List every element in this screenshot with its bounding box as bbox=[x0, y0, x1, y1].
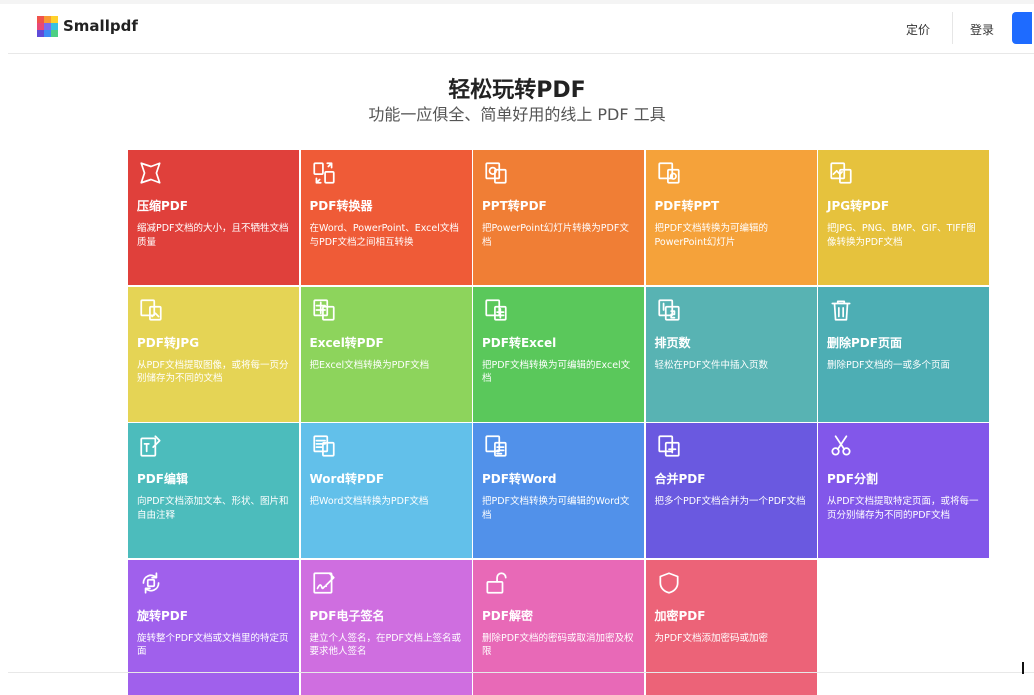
tool-tile[interactable]: PDF解密删除PDF文档的密码或取消加密及权限 bbox=[473, 559, 644, 695]
tool-title: PDF电子签名 bbox=[309, 608, 385, 623]
tool-title: 压缩PDF bbox=[137, 199, 188, 213]
word-to-pdf-icon bbox=[311, 433, 337, 459]
tool-description: 轻松在PDF文件中插入页数 bbox=[654, 359, 769, 371]
tool-tile[interactable]: 排页数轻松在PDF文件中插入页数 bbox=[645, 286, 817, 422]
excel-to-pdf-icon bbox=[311, 297, 337, 323]
ppt-to-pdf-icon bbox=[483, 160, 509, 186]
tool-description: 在Word、PowerPoint、Excel文档与PDF文档之间相互转换 bbox=[309, 223, 459, 248]
tool-tile[interactable]: Excel转PDF 把Excel文档转换为PDF文档 bbox=[300, 286, 472, 422]
pdf-to-ppt-icon bbox=[656, 160, 682, 186]
signature-icon bbox=[311, 570, 337, 596]
tool-description: 把PowerPoint幻灯片转换为PDF文档 bbox=[482, 223, 629, 248]
unlock-icon bbox=[483, 570, 509, 596]
tool-description: 把Word文档转换为PDF文档 bbox=[309, 496, 429, 507]
tool-title: PDF编辑 bbox=[137, 472, 188, 486]
tool-tile[interactable]: PDF转JPG 从PDF文档提取图像，或将每一页分别储存为不同的文档 bbox=[128, 286, 299, 422]
tools-grid: 压缩PDF 缩减PDF文档的大小，且不牺牲文档质量 PDF转换器在Word、Powe… bbox=[128, 150, 989, 695]
tool-title: 合并PDF bbox=[654, 472, 706, 486]
nav-divider bbox=[952, 12, 953, 44]
jpg-to-pdf-icon bbox=[828, 160, 854, 186]
tool-description: 把PDF文档转换为可编辑的Word文档 bbox=[482, 496, 630, 521]
tool-tile[interactable]: 加密PDF 为PDF文档添加密码或加密 bbox=[645, 559, 817, 695]
tool-title: PDF解密 bbox=[482, 608, 533, 623]
tool-tile[interactable]: 合并PDF 把多个PDF文档合并为一个PDF文档 bbox=[645, 423, 817, 558]
tool-description: 把PDF文档转换为可编辑的Excel文档 bbox=[482, 359, 631, 385]
logo-square bbox=[44, 30, 51, 37]
tool-tile[interactable]: JPG转PDF 把JPG、PNG、BMP、GIF、TIFF图像转换为PDF文档 bbox=[818, 150, 989, 285]
tool-tile[interactable]: PPT转PDF 把PowerPoint幻灯片转换为PDF文档 bbox=[473, 150, 644, 285]
merge-icon bbox=[656, 433, 682, 459]
tool-tile[interactable]: PDF转Excel 把PDF文档转换为可编辑的Excel文档 bbox=[473, 286, 644, 422]
tool-description: 把JPG、PNG、BMP、GIF、TIFF图像转换为PDF文档 bbox=[827, 223, 976, 248]
tool-description: 建立个人签名，在PDF文档上签名或要求他人签名 bbox=[309, 632, 462, 658]
tool-description: 向PDF文档添加文本、形状、图片和自由注释 bbox=[137, 496, 289, 521]
tool-tile[interactable]: PDF电子签名建立个人签名，在PDF文档上签名或要求他人签名 bbox=[300, 559, 472, 695]
tool-title: PDF转JPG bbox=[137, 335, 200, 350]
tool-description: 为PDF文档添加密码或加密 bbox=[654, 632, 769, 644]
tool-tile[interactable]: 旋转PDF 旋转整个PDF文档或文档里的特定页面 bbox=[128, 559, 299, 695]
tool-title: 加密PDF bbox=[654, 608, 706, 623]
compress-icon bbox=[138, 160, 164, 186]
signup-button[interactable] bbox=[1012, 12, 1032, 44]
tool-description: 把多个PDF文档合并为一个PDF文档 bbox=[654, 496, 806, 507]
page-number-icon bbox=[656, 297, 682, 323]
text-cursor-icon bbox=[1022, 662, 1024, 674]
pdf-to-excel-icon bbox=[483, 297, 509, 323]
tool-tile[interactable]: Word转PDF 把Word文档转换为PDF文档 bbox=[300, 423, 472, 558]
tool-title: PDF转Excel bbox=[482, 335, 557, 350]
tool-title: PDF转Word bbox=[482, 472, 557, 486]
tool-title: JPG转PDF bbox=[827, 199, 890, 213]
pdf-to-jpg-icon bbox=[138, 297, 164, 323]
logo-square bbox=[51, 16, 58, 23]
page-subtitle: 功能一应俱全、简单好用的线上 PDF 工具 bbox=[368, 105, 666, 124]
scissors-icon bbox=[828, 433, 854, 459]
tool-description: 从PDF文档提取图像，或将每一页分别储存为不同的文档 bbox=[137, 359, 289, 385]
tool-tile[interactable]: PDF转换器在Word、PowerPoint、Excel文档与PDF文档之间相互… bbox=[300, 150, 472, 285]
tool-tile[interactable]: 压缩PDF 缩减PDF文档的大小，且不牺牲文档质量 bbox=[128, 150, 299, 285]
tool-description: 把Excel文档转换为PDF文档 bbox=[309, 359, 430, 371]
empty-cell bbox=[818, 559, 989, 695]
tool-title: 排页数 bbox=[654, 335, 691, 350]
pdf-to-word-icon bbox=[483, 433, 509, 459]
tool-tile[interactable]: PDF转Word 把PDF文档转换为可编辑的Word文档 bbox=[473, 423, 644, 558]
tool-tile[interactable]: PDF编辑向PDF文档添加文本、形状、图片和自由注释 bbox=[128, 423, 299, 558]
tool-title: PDF转换器 bbox=[309, 199, 373, 213]
tool-title: PDF转PPT bbox=[654, 199, 720, 213]
nav-pricing-link[interactable]: 定价 bbox=[906, 21, 930, 38]
logo-square bbox=[37, 16, 44, 23]
rotate-icon bbox=[138, 570, 164, 596]
tool-description: 从PDF文档提取特定页面，或将每一页分别储存为不同的PDF文档 bbox=[827, 496, 979, 521]
trash-icon bbox=[828, 297, 854, 323]
tool-title: PDF分割 bbox=[827, 472, 878, 486]
nav-login-link[interactable]: 登录 bbox=[970, 21, 994, 38]
smallpdf-logo-icon[interactable] bbox=[37, 16, 58, 37]
tool-description: 删除PDF文档的密码或取消加密及权限 bbox=[482, 632, 634, 658]
logo-square bbox=[51, 23, 58, 30]
page-title: 轻松玩转PDF bbox=[448, 78, 586, 103]
tool-title: Word转PDF bbox=[309, 472, 385, 486]
logo-square bbox=[37, 30, 44, 37]
tool-description: 删除PDF文档的一或多个页面 bbox=[827, 359, 951, 371]
convert-arrows-icon bbox=[311, 160, 337, 186]
logo-square bbox=[51, 30, 58, 37]
bottom-divider bbox=[8, 672, 1034, 673]
logo-square bbox=[37, 23, 44, 30]
shield-icon bbox=[656, 570, 682, 596]
logo-square bbox=[44, 16, 51, 23]
tool-tile[interactable]: PDF转PPT 把PDF文档转换为可编辑的PowerPoint幻灯片 bbox=[645, 150, 817, 285]
site-header: Smallpdf 定价 登录 bbox=[8, 4, 1034, 54]
tool-description: 旋转整个PDF文档或文档里的特定页面 bbox=[137, 632, 289, 658]
tool-title: 旋转PDF bbox=[137, 608, 188, 623]
tool-tile[interactable]: 删除PDF页面删除PDF文档的一或多个页面 bbox=[818, 286, 989, 422]
tool-title: Excel转PDF bbox=[309, 335, 384, 350]
tool-title: 删除PDF页面 bbox=[827, 335, 902, 350]
tool-description: 缩减PDF文档的大小，且不牺牲文档质量 bbox=[137, 223, 289, 248]
tool-title: PPT转PDF bbox=[482, 199, 547, 213]
brand-name[interactable]: Smallpdf bbox=[63, 17, 138, 35]
tool-tile[interactable]: PDF分割从PDF文档提取特定页面，或将每一页分别储存为不同的PDF文档 bbox=[818, 423, 989, 558]
logo-square bbox=[44, 23, 51, 30]
edit-text-icon bbox=[138, 433, 164, 459]
tool-description: 把PDF文档转换为可编辑的PowerPoint幻灯片 bbox=[654, 223, 769, 248]
